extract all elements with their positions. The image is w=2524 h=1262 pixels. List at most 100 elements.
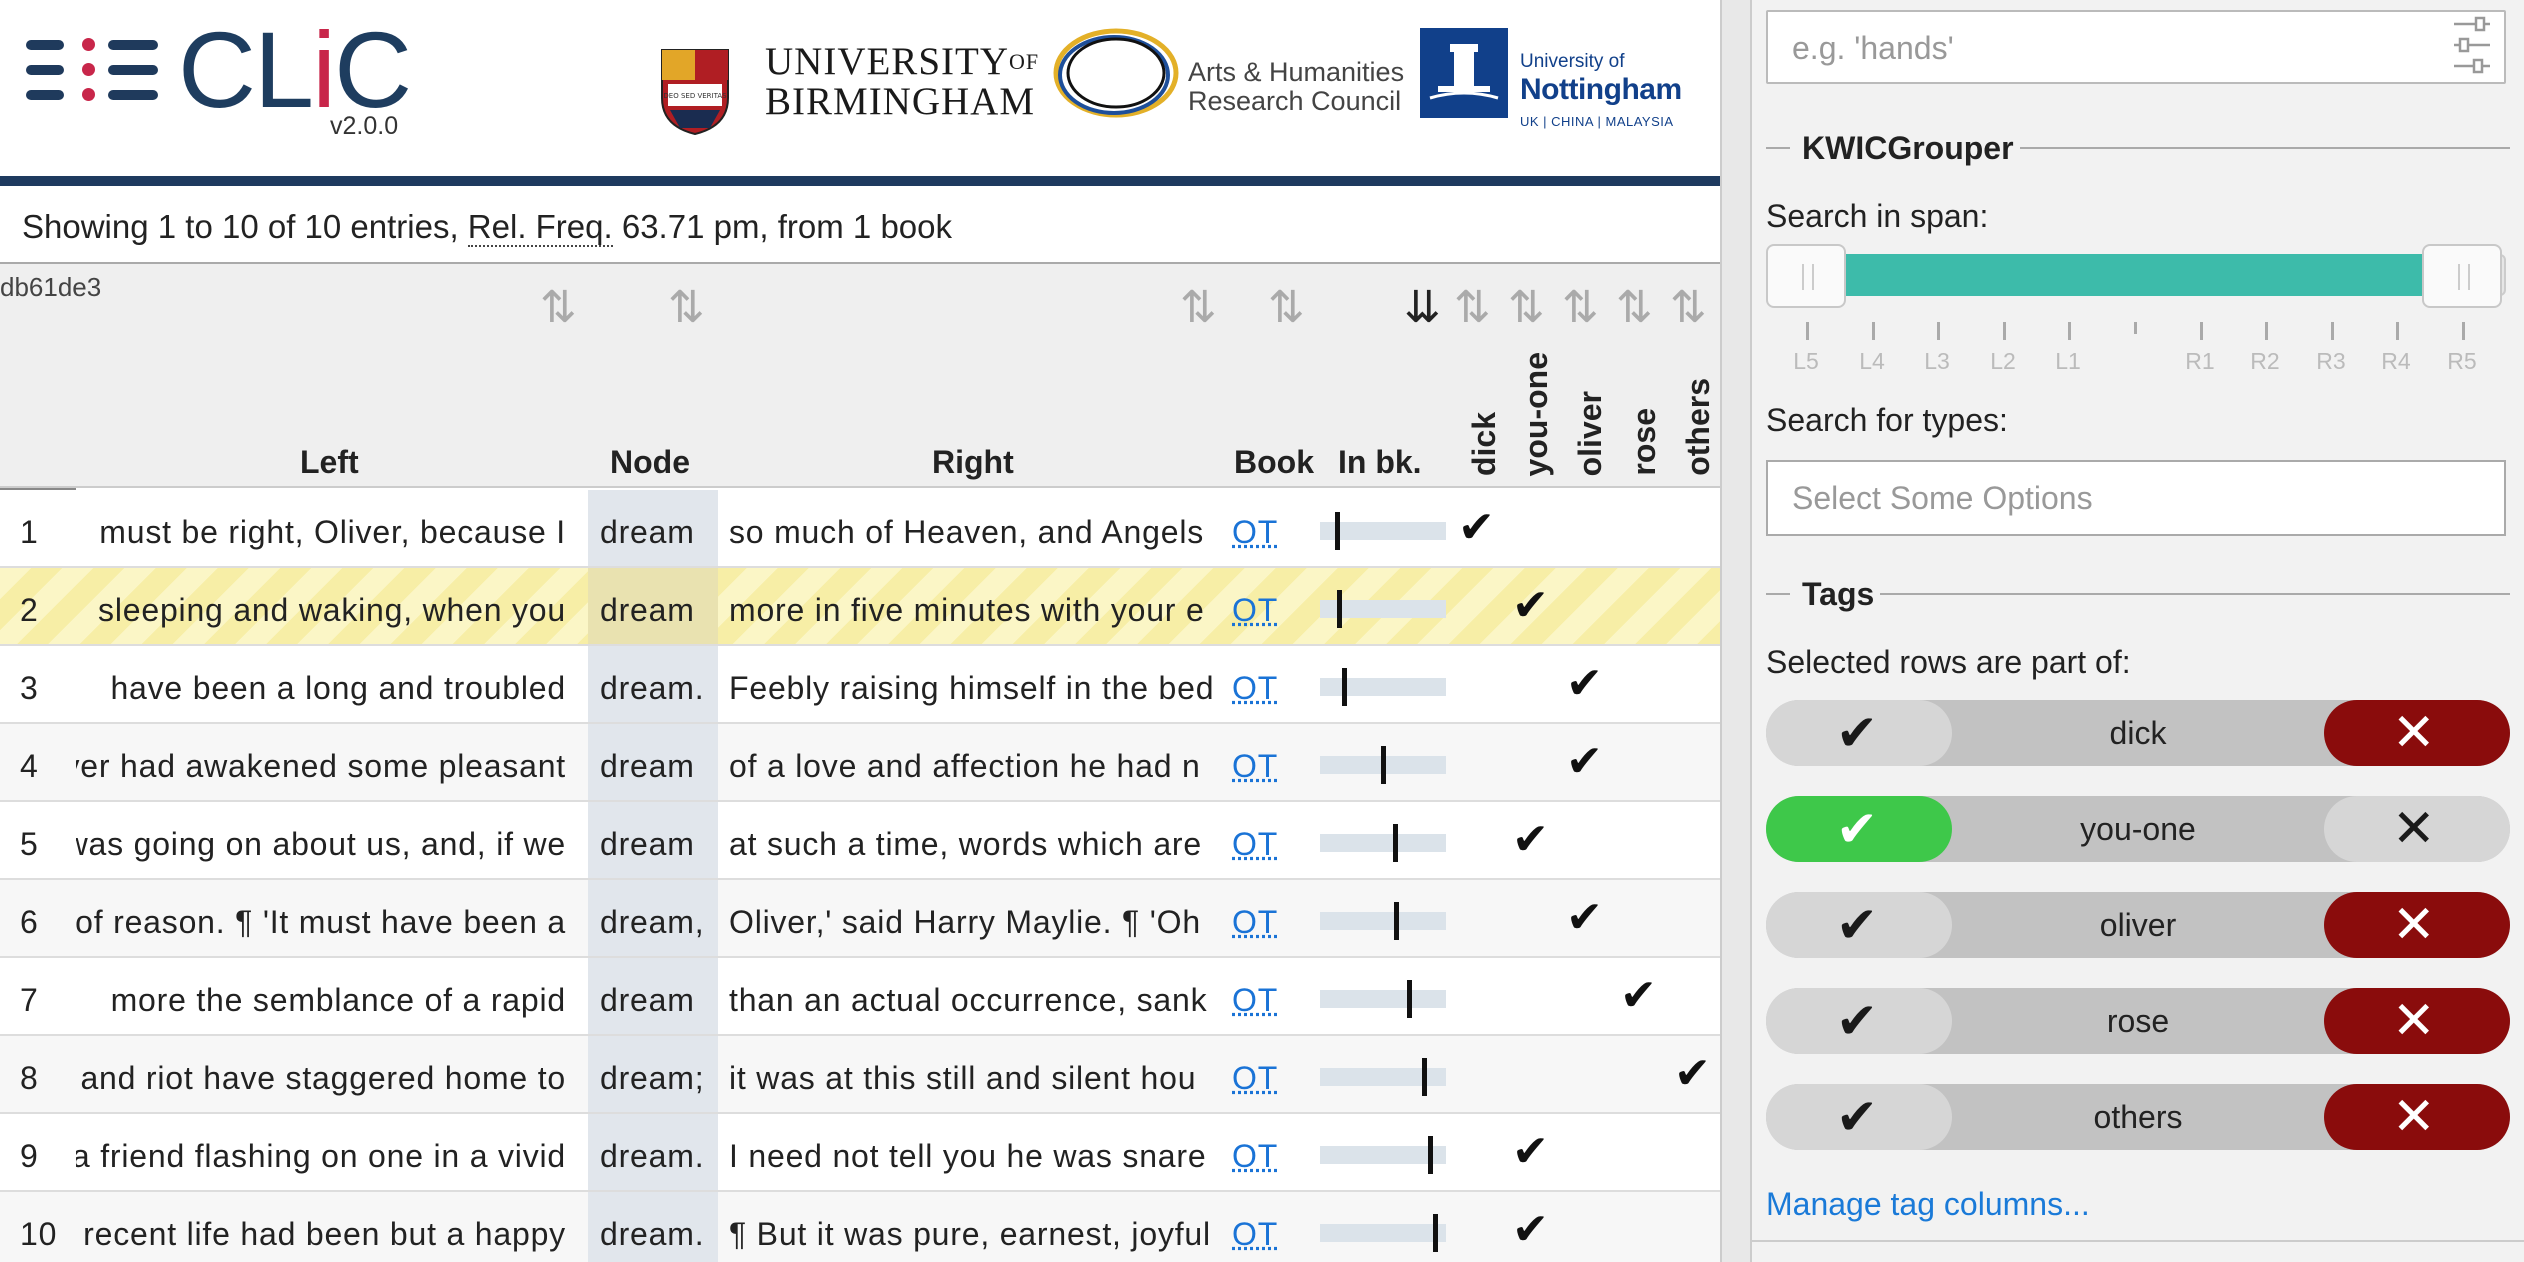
menu-icon[interactable]: [26, 38, 158, 102]
book-link[interactable]: OT: [1232, 826, 1282, 862]
tag-exclude-button[interactable]: ✕: [2324, 892, 2510, 958]
tag-include-button[interactable]: ✔: [1766, 892, 1952, 958]
book-link[interactable]: OT: [1232, 670, 1282, 706]
book-link[interactable]: OT: [1232, 592, 1282, 628]
right-context: of a love and affection he had n: [729, 748, 1201, 784]
close-icon: ✕: [2392, 704, 2436, 762]
book-link[interactable]: OT: [1232, 514, 1282, 550]
table-row[interactable]: 1 must be right, Oliver, because I dream so…: [0, 490, 1720, 568]
left-context: have been a long and troubled: [110, 670, 566, 706]
table-row[interactable]: 7 more the semblance of a rapid dream than …: [0, 958, 1720, 1036]
sort-book-icon[interactable]: ⇅: [1268, 286, 1305, 330]
book-link[interactable]: OT: [1232, 1216, 1282, 1252]
tag-toggle-oliver[interactable]: ✔ oliver ✕: [1766, 892, 2510, 958]
sort-right-icon[interactable]: ⇅: [1180, 286, 1217, 330]
table-row[interactable]: 9 a friend flashing on one in a vivid drea…: [0, 1114, 1720, 1192]
span-slider-label: R2: [2250, 348, 2280, 374]
span-slider-tick: [1937, 322, 1940, 340]
left-context: a friend flashing on one in a vivid: [76, 1138, 566, 1174]
node-word: dream: [600, 826, 695, 862]
right-context: ¶ But it was pure, earnest, joyful: [729, 1216, 1211, 1252]
in-book-position-bar: [1320, 1136, 1446, 1174]
kwic-search-input[interactable]: e.g. 'hands': [1766, 10, 2506, 84]
table-row[interactable]: 2 sleeping and waking, when you dream more …: [0, 568, 1720, 646]
column-tag-oliver[interactable]: oliver: [1572, 391, 1609, 476]
selected-rows-label: Selected rows are part of:: [1766, 644, 2131, 680]
node-word: dream: [600, 748, 695, 784]
span-slider-left-handle[interactable]: [1766, 244, 1846, 308]
sort-node-icon[interactable]: ⇅: [668, 286, 705, 330]
tag-include-button[interactable]: ✔: [1766, 1084, 1952, 1150]
table-row[interactable]: 10 her recent life had been but a happy dr…: [0, 1192, 1720, 1262]
in-book-position-bar: [1320, 824, 1446, 862]
tag-exclude-button[interactable]: ✕: [2324, 1084, 2510, 1150]
row-index: 7: [20, 982, 39, 1018]
column-book[interactable]: Book: [1234, 444, 1314, 481]
span-slider-tick: [2003, 322, 2006, 340]
panel-divider[interactable]: [1720, 0, 1752, 1262]
table-row[interactable]: 3 have been a long and troubled dream. Feeb…: [0, 646, 1720, 724]
span-slider-right-handle[interactable]: [2422, 244, 2502, 308]
tag-toggle-dick[interactable]: ✔ dick ✕: [1766, 700, 2510, 766]
book-link[interactable]: OT: [1232, 982, 1282, 1018]
book-link[interactable]: OT: [1232, 1138, 1282, 1174]
sort-others-icon[interactable]: ⇅: [1670, 286, 1707, 330]
column-inbk[interactable]: In bk.: [1338, 444, 1422, 481]
node-word: dream: [600, 514, 695, 550]
in-book-position-bar: [1320, 1214, 1446, 1252]
in-book-position-bar: [1320, 980, 1446, 1018]
right-context: I need not tell you he was snare: [729, 1138, 1207, 1174]
tag-exclude-button[interactable]: ✕: [2324, 700, 2510, 766]
tag-include-button[interactable]: ✔: [1766, 988, 1952, 1054]
query-id: db61de3: [0, 272, 102, 302]
book-link[interactable]: OT: [1232, 748, 1282, 784]
column-tag-rose[interactable]: rose: [1626, 408, 1663, 476]
span-slider-tick: [1806, 322, 1809, 340]
column-tag-you-one[interactable]: you-one: [1518, 352, 1555, 476]
sort-dick-icon[interactable]: ⇅: [1454, 286, 1491, 330]
manage-tag-columns-link[interactable]: Manage tag columns...: [1766, 1186, 2090, 1223]
book-link[interactable]: OT: [1232, 904, 1282, 940]
uon-wordmark: University of Nottingham UK | CHINA | MA…: [1520, 51, 1682, 129]
clic-logo[interactable]: CLiC: [178, 16, 412, 124]
column-left[interactable]: Left: [300, 444, 359, 481]
node-word: dream.: [600, 1138, 705, 1174]
tag-exclude-button[interactable]: ✕: [2324, 988, 2510, 1054]
span-slider[interactable]: [1766, 244, 2506, 308]
in-book-position-marker: [1433, 1214, 1438, 1252]
book-link[interactable]: OT: [1232, 1060, 1282, 1096]
sort-oliver-icon[interactable]: ⇅: [1562, 286, 1599, 330]
span-slider-range[interactable]: [1846, 254, 2422, 296]
in-book-position-marker: [1394, 902, 1399, 940]
column-tag-dick[interactable]: dick: [1466, 412, 1503, 476]
sort-left-icon[interactable]: ⇅: [540, 286, 577, 330]
tag-toggle-rose[interactable]: ✔ rose ✕: [1766, 988, 2510, 1054]
filter-settings-icon[interactable]: [2452, 14, 2492, 76]
tag-include-button[interactable]: ✔: [1766, 796, 1952, 862]
sort-rose-icon[interactable]: ⇅: [1616, 286, 1653, 330]
table-row[interactable]: 8 and riot have staggered home to dream; it…: [0, 1036, 1720, 1114]
column-node[interactable]: Node: [610, 444, 690, 481]
types-select[interactable]: Select Some Options: [1766, 460, 2506, 536]
node-word: dream.: [600, 1216, 705, 1252]
row-index: 1: [20, 514, 39, 550]
tag-include-button[interactable]: ✔: [1766, 700, 1952, 766]
column-right[interactable]: Right: [932, 444, 1014, 481]
table-row[interactable]: 5 It was going on about us, and, if we dre…: [0, 802, 1720, 880]
tag-check-icon: ✔: [1566, 893, 1603, 942]
search-span-label: Search in span:: [1766, 198, 1989, 234]
tag-toggle-others[interactable]: ✔ others ✕: [1766, 1084, 2510, 1150]
tag-toggle-you-one[interactable]: ✔ you-one ✕: [1766, 796, 2510, 862]
span-slider-label: L5: [1793, 348, 1819, 374]
rel-freq-abbr[interactable]: Rel. Freq.: [467, 208, 613, 247]
column-tag-others[interactable]: others: [1680, 378, 1717, 476]
table-row[interactable]: 4 Oliver had awakened some pleasant dream o…: [0, 724, 1720, 802]
sort-you-one-icon[interactable]: ⇅: [1508, 286, 1545, 330]
sort-inbk-icon[interactable]: ⇊: [1404, 286, 1441, 330]
left-context: and riot have staggered home to: [80, 1060, 566, 1096]
left-context: Oliver had awakened some pleasant: [76, 748, 566, 784]
tag-check-icon: ✔: [1512, 1205, 1549, 1254]
tag-exclude-button[interactable]: ✕: [2324, 796, 2510, 862]
table-row[interactable]: 6 out of reason. ¶ 'It must have been a dr…: [0, 880, 1720, 958]
left-context: more the semblance of a rapid: [110, 982, 566, 1018]
